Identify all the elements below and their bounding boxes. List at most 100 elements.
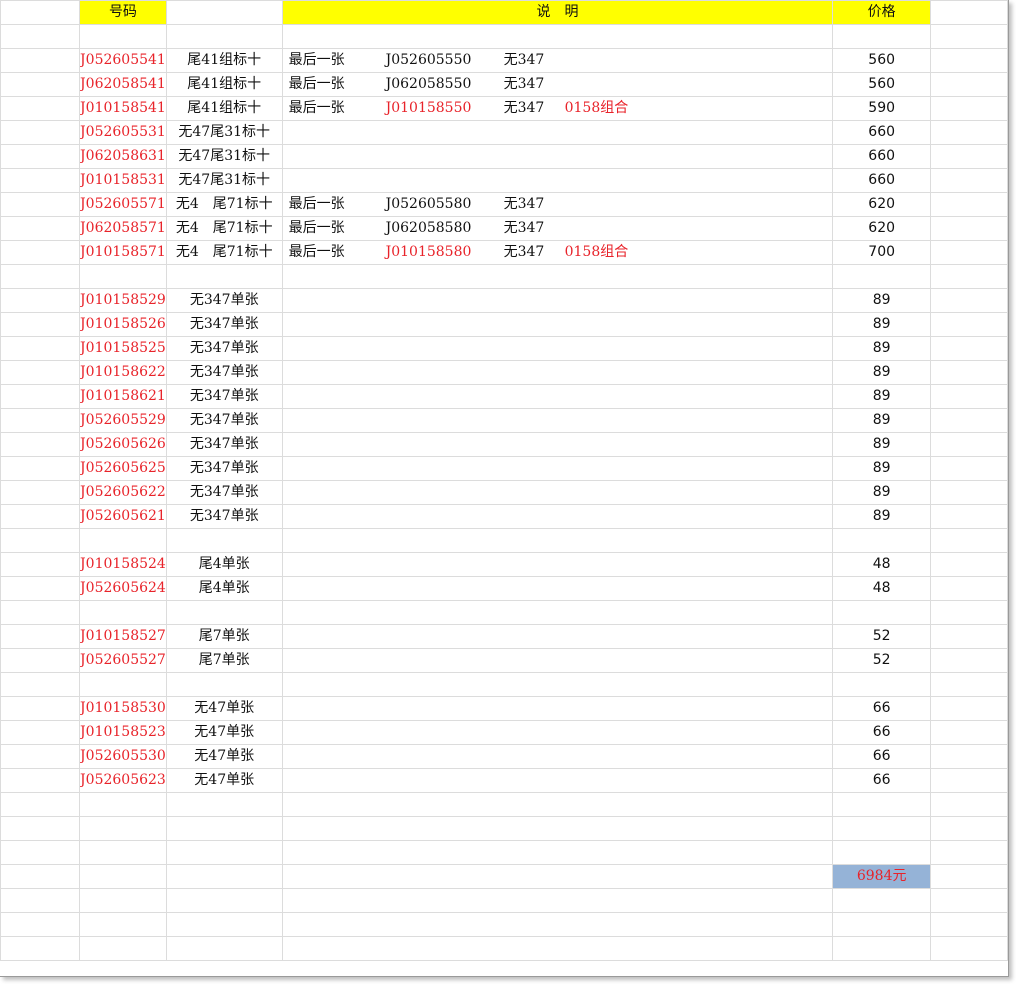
note-cell[interactable]: 最后一张 J062058580 无347 (281, 216, 834, 241)
cell[interactable] (0, 384, 81, 409)
cell[interactable] (0, 576, 81, 601)
cell[interactable] (0, 312, 81, 337)
note-cell[interactable] (281, 696, 834, 721)
code-cell[interactable]: J052605621 (79, 504, 167, 529)
price-cell[interactable] (832, 936, 931, 961)
note-cell[interactable] (281, 552, 834, 577)
note-cell[interactable] (281, 624, 834, 649)
desc-cell[interactable]: 尾41组标十 (165, 48, 283, 73)
cell[interactable] (929, 168, 1009, 193)
desc-cell[interactable]: 无47单张 (165, 768, 283, 793)
price-cell[interactable] (832, 792, 931, 817)
note-cell[interactable] (281, 912, 834, 937)
code-cell[interactable]: J062058631 (79, 144, 167, 169)
price-cell[interactable]: 89 (832, 336, 931, 361)
cell[interactable] (0, 240, 81, 265)
desc-cell[interactable]: 无47单张 (165, 696, 283, 721)
code-cell[interactable] (79, 912, 167, 937)
note-cell[interactable] (281, 24, 834, 49)
cell[interactable] (929, 96, 1009, 121)
note-cell[interactable] (281, 936, 834, 961)
price-cell[interactable] (832, 912, 931, 937)
price-cell[interactable]: 560 (832, 72, 931, 97)
code-cell[interactable]: J010158622 (79, 360, 167, 385)
code-cell[interactable] (79, 864, 167, 889)
desc-cell[interactable]: 无47尾31标十 (165, 144, 283, 169)
cell[interactable] (929, 720, 1009, 745)
price-cell[interactable]: 89 (832, 504, 931, 529)
desc-cell[interactable]: 尾7单张 (165, 624, 283, 649)
header-note[interactable]: 说 明 (281, 0, 834, 25)
cell[interactable] (929, 360, 1009, 385)
cell[interactable] (0, 72, 81, 97)
cell[interactable] (0, 504, 81, 529)
cell[interactable] (929, 240, 1009, 265)
price-cell[interactable]: 66 (832, 768, 931, 793)
price-cell[interactable] (832, 816, 931, 841)
price-cell[interactable]: 560 (832, 48, 931, 73)
price-cell[interactable] (832, 600, 931, 625)
cell[interactable] (929, 840, 1009, 865)
price-cell[interactable] (832, 264, 931, 289)
price-cell[interactable]: 660 (832, 168, 931, 193)
cell[interactable] (0, 768, 81, 793)
total-cell[interactable]: 6984元 (832, 864, 931, 889)
cell[interactable] (0, 288, 81, 313)
price-cell[interactable]: 66 (832, 720, 931, 745)
code-cell[interactable]: J052605530 (79, 744, 167, 769)
header-blank[interactable] (165, 0, 283, 25)
desc-cell[interactable] (165, 936, 283, 961)
price-cell[interactable]: 89 (832, 288, 931, 313)
code-cell[interactable]: J052605626 (79, 432, 167, 457)
cell[interactable] (929, 48, 1009, 73)
price-cell[interactable]: 66 (832, 696, 931, 721)
code-cell[interactable]: J010158541 (79, 96, 167, 121)
note-cell[interactable] (281, 144, 834, 169)
cell[interactable] (929, 624, 1009, 649)
cell[interactable] (0, 552, 81, 577)
cell[interactable] (929, 576, 1009, 601)
desc-cell[interactable]: 无47单张 (165, 744, 283, 769)
cell[interactable] (0, 264, 81, 289)
cell[interactable] (929, 408, 1009, 433)
note-cell[interactable] (281, 840, 834, 865)
note-cell[interactable] (281, 264, 834, 289)
cell[interactable] (929, 288, 1009, 313)
code-cell[interactable]: J010158527 (79, 624, 167, 649)
price-cell[interactable] (832, 528, 931, 553)
desc-cell[interactable]: 无47尾31标十 (165, 168, 283, 193)
code-cell[interactable]: J062058571 (79, 216, 167, 241)
cell[interactable] (0, 96, 81, 121)
note-cell[interactable]: 最后一张 J052605550 无347 (281, 48, 834, 73)
code-cell[interactable]: J052605625 (79, 456, 167, 481)
cell[interactable] (0, 408, 81, 433)
price-cell[interactable]: 66 (832, 744, 931, 769)
desc-cell[interactable]: 尾4单张 (165, 576, 283, 601)
desc-cell[interactable]: 无347单张 (165, 288, 283, 313)
desc-cell[interactable] (165, 792, 283, 817)
note-cell[interactable] (281, 504, 834, 529)
cell[interactable] (0, 24, 81, 49)
cell[interactable] (0, 528, 81, 553)
cell[interactable] (929, 312, 1009, 337)
price-cell[interactable] (832, 672, 931, 697)
cell[interactable] (0, 360, 81, 385)
cell[interactable] (929, 768, 1009, 793)
cell[interactable] (929, 120, 1009, 145)
cell[interactable] (0, 912, 81, 937)
cell[interactable] (929, 264, 1009, 289)
code-cell[interactable] (79, 528, 167, 553)
price-cell[interactable]: 620 (832, 216, 931, 241)
cell[interactable] (929, 648, 1009, 673)
cell[interactable] (929, 456, 1009, 481)
cell[interactable] (0, 720, 81, 745)
cell[interactable] (929, 0, 1009, 25)
cell[interactable] (0, 216, 81, 241)
cell[interactable] (0, 816, 81, 841)
price-cell[interactable] (832, 24, 931, 49)
note-cell[interactable] (281, 888, 834, 913)
desc-cell[interactable] (165, 264, 283, 289)
code-cell[interactable]: J052605624 (79, 576, 167, 601)
cell[interactable] (929, 552, 1009, 577)
price-cell[interactable]: 89 (832, 432, 931, 457)
